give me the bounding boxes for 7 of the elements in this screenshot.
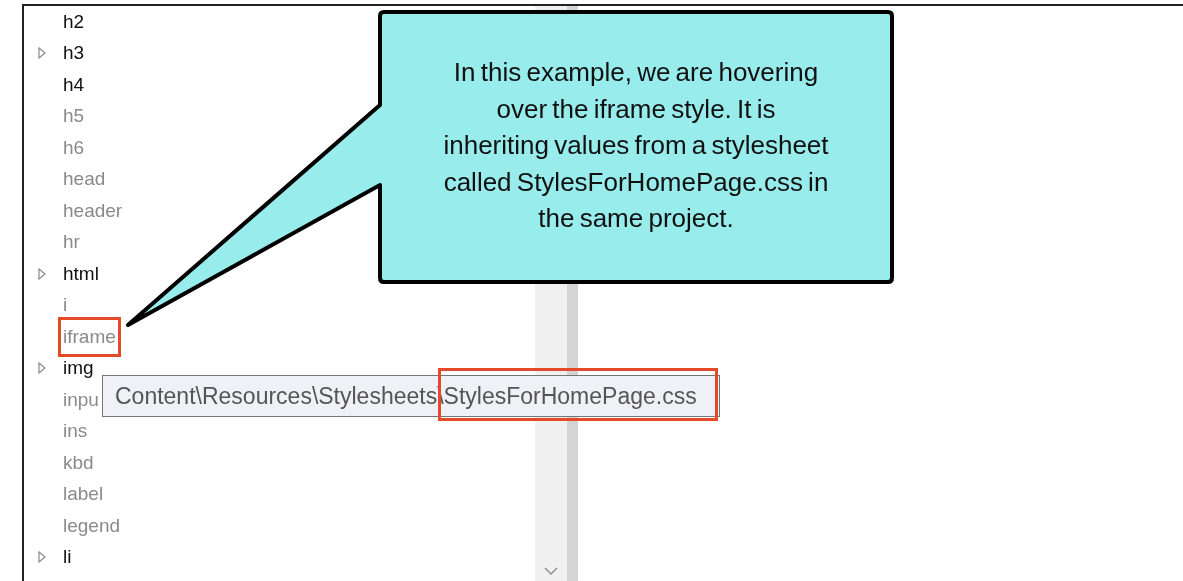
tree-item[interactable]: iframe: [58, 316, 121, 357]
expand-triangle-icon[interactable]: [38, 362, 46, 375]
expand-triangle-icon[interactable]: [38, 551, 46, 564]
expand-triangle-icon[interactable]: [38, 267, 46, 280]
expand-triangle-icon[interactable]: [38, 47, 46, 60]
chevron-down-icon[interactable]: [544, 567, 558, 575]
callout-text: In this example, we are hovering over the iframe style. It is inheriting values from a stylesheet called StylesForHomePage.css in the same project.: [442, 56, 830, 235]
